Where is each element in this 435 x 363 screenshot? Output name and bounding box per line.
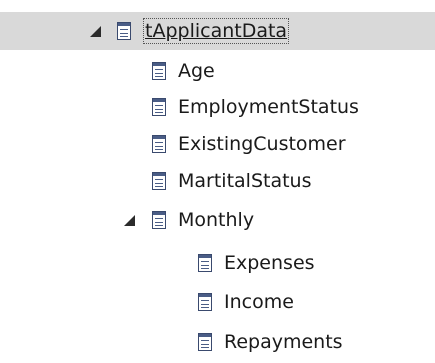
- attribute-icon: [198, 293, 212, 311]
- table-icon: [152, 211, 166, 229]
- tree-node-label: Income: [224, 291, 294, 313]
- attribute-icon: [152, 172, 166, 190]
- tree-node-label: MartitalStatus: [178, 170, 312, 192]
- tree-node-label: tApplicantData: [142, 18, 290, 44]
- tree-node-label: EmploymentStatus: [178, 96, 359, 118]
- tree-view[interactable]: tApplicantData Age EmploymentStatus Exis…: [0, 0, 435, 363]
- tree-node-age[interactable]: Age: [0, 52, 435, 90]
- attribute-icon: [198, 254, 212, 272]
- attribute-icon: [198, 333, 212, 351]
- tree-node-existingcustomer[interactable]: ExistingCustomer: [0, 125, 435, 163]
- tree-node-label: Expenses: [224, 252, 315, 274]
- attribute-icon: [152, 62, 166, 80]
- tree-node-label: Repayments: [224, 331, 343, 353]
- tree-node-label: Age: [178, 60, 215, 82]
- attribute-icon: [152, 135, 166, 153]
- tree-node-label: Monthly: [178, 209, 255, 231]
- tree-node-employmentstatus[interactable]: EmploymentStatus: [0, 88, 435, 126]
- tree-node-tapplicantdata[interactable]: tApplicantData: [0, 12, 435, 50]
- tree-node-label: ExistingCustomer: [178, 133, 346, 155]
- collapse-toggle-icon[interactable]: [90, 26, 101, 37]
- table-icon: [117, 22, 131, 40]
- tree-node-income[interactable]: Income: [0, 283, 435, 321]
- collapse-toggle-icon[interactable]: [124, 215, 135, 226]
- attribute-icon: [152, 98, 166, 116]
- tree-node-expenses[interactable]: Expenses: [0, 244, 435, 282]
- tree-node-repayments[interactable]: Repayments: [0, 323, 435, 361]
- tree-node-monthly[interactable]: Monthly: [0, 201, 435, 239]
- tree-node-martitalstatus[interactable]: MartitalStatus: [0, 162, 435, 200]
